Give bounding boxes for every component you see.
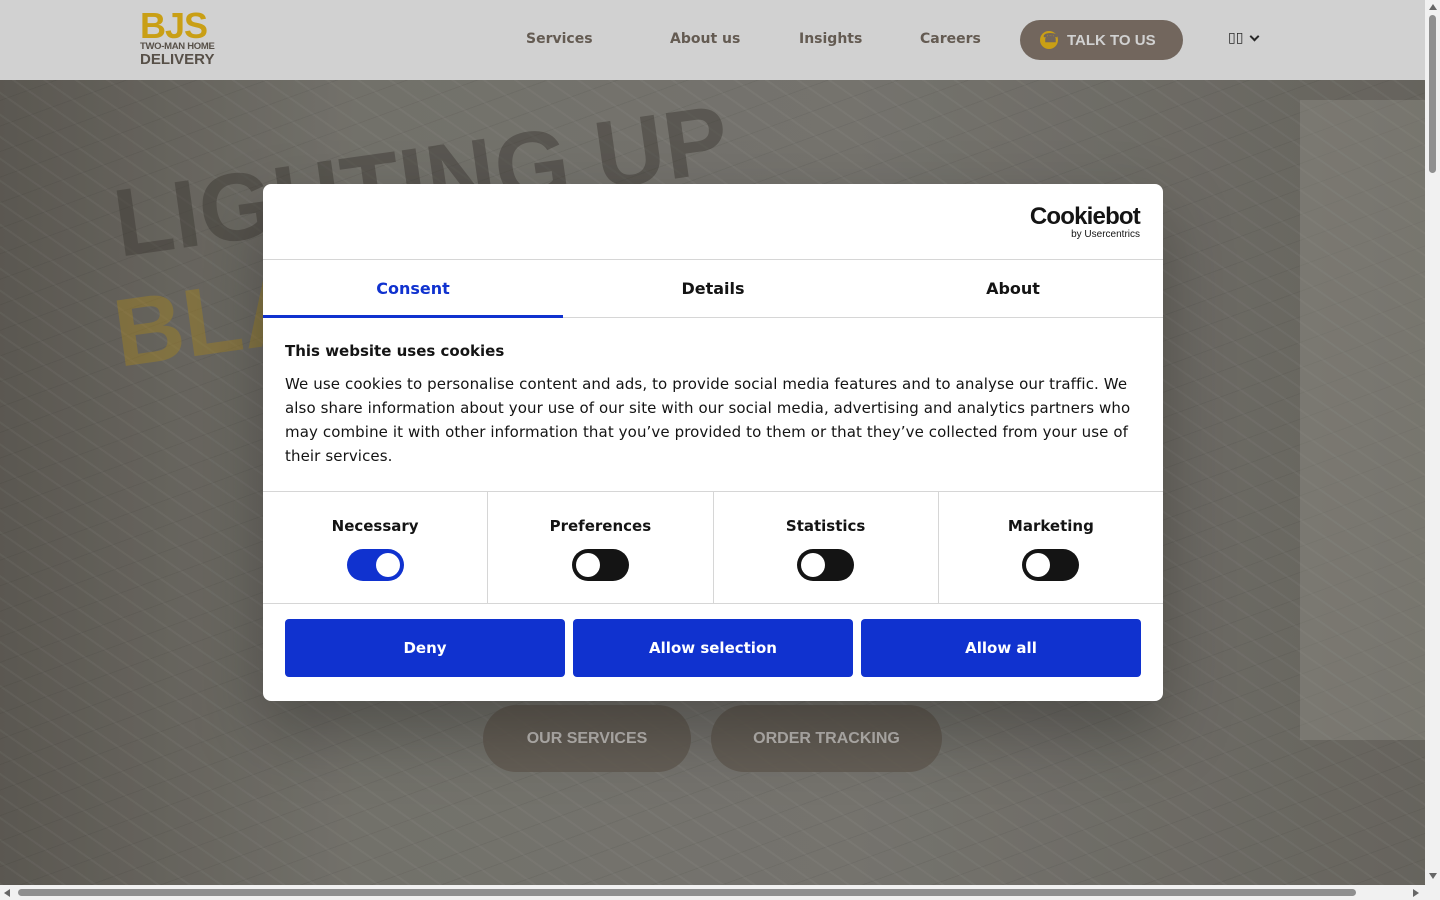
toggle-group-preferences: Preferences <box>488 492 714 603</box>
statistics-toggle[interactable] <box>797 549 855 581</box>
allow-all-button[interactable]: Allow all <box>861 619 1141 677</box>
dialog-description: We use cookies to personalise content an… <box>285 375 1131 465</box>
toggle-group-marketing: Marketing <box>939 492 1163 603</box>
cookie-consent-dialog: Cookiebot by Usercentrics Consent Detail… <box>263 184 1163 701</box>
vertical-scroll-thumb[interactable] <box>1429 15 1436 173</box>
tab-details[interactable]: Details <box>563 260 863 317</box>
allow-selection-button[interactable]: Allow selection <box>573 619 853 677</box>
scroll-down-icon[interactable] <box>1429 873 1437 879</box>
cookiebot-name: Cookiebot <box>1029 203 1141 230</box>
toggle-knob <box>575 553 600 577</box>
scroll-right-icon[interactable] <box>1413 889 1419 897</box>
toggle-label-necessary: Necessary <box>331 517 419 535</box>
toggle-label-marketing: Marketing <box>1007 517 1094 535</box>
deny-button[interactable]: Deny <box>285 619 565 677</box>
dialog-tabs: Consent Details About <box>263 260 1163 318</box>
toggle-knob <box>1026 553 1051 577</box>
scroll-left-icon[interactable] <box>4 889 10 897</box>
toggle-label-statistics: Statistics <box>785 517 866 535</box>
horizontal-scrollbar[interactable] <box>0 885 1425 900</box>
dialog-body: This website uses cookies We use cookies… <box>263 318 1163 491</box>
tab-about[interactable]: About <box>863 260 1163 317</box>
horizontal-scroll-thumb[interactable] <box>18 889 1356 896</box>
toggle-knob <box>801 553 826 577</box>
dialog-title: This website uses cookies <box>285 342 505 360</box>
scrollbar-corner <box>1425 885 1440 900</box>
toggle-label-preferences: Preferences <box>549 517 652 535</box>
cookie-category-toggles: Necessary Preferences Statistics Marketi… <box>263 491 1163 604</box>
necessary-toggle[interactable] <box>346 549 404 581</box>
vertical-scrollbar[interactable] <box>1425 0 1440 885</box>
toggle-knob <box>375 553 400 577</box>
dialog-header: Cookiebot by Usercentrics <box>263 184 1163 260</box>
marketing-toggle[interactable] <box>1022 549 1080 581</box>
cookiebot-tagline: by Usercentrics <box>1071 229 1140 240</box>
toggle-group-necessary: Necessary <box>263 492 489 603</box>
preferences-toggle[interactable] <box>571 549 629 581</box>
tab-consent[interactable]: Consent <box>263 260 563 318</box>
scroll-up-icon[interactable] <box>1429 4 1437 10</box>
cookiebot-logo: Cookiebot by Usercentrics <box>1029 203 1141 241</box>
toggle-group-statistics: Statistics <box>714 492 939 603</box>
dialog-actions: Deny Allow selection Allow all <box>263 604 1163 677</box>
